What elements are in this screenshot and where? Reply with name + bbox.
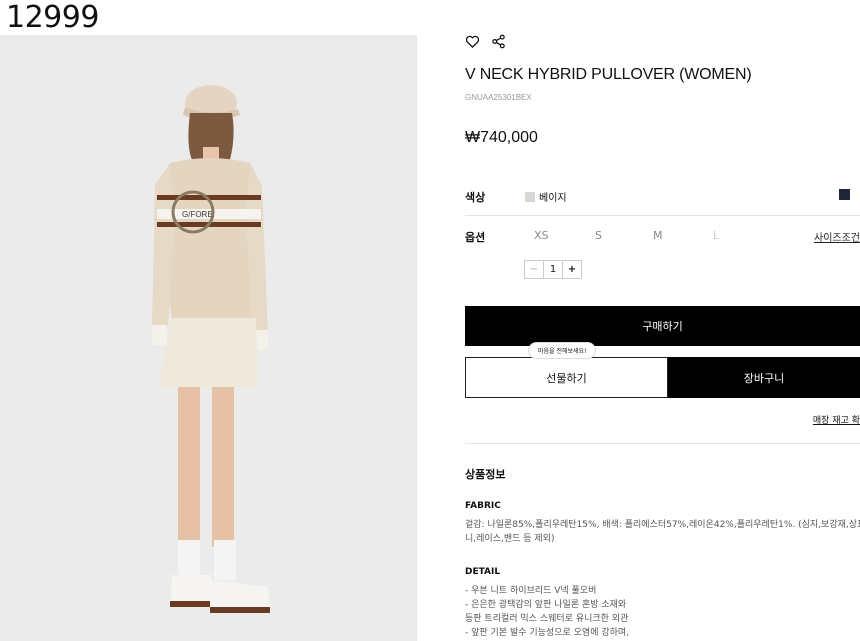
size-m[interactable]: M bbox=[653, 229, 663, 242]
svg-text:G/FORE: G/FORE bbox=[182, 210, 213, 219]
image-id-label: 12999 bbox=[6, 0, 99, 35]
product-photo[interactable]: G/FORE bbox=[0, 35, 417, 641]
product-info-panel: V NECK HYBRID PULLOVER (WOMEN) GNUAA2530… bbox=[465, 0, 860, 641]
option-label: 옵션 bbox=[465, 231, 486, 244]
divider bbox=[465, 443, 860, 444]
detail-line: 등판 트리컬러 믹스 스웨터로 유니크한 외관 bbox=[465, 614, 629, 624]
size-l-disabled: L bbox=[713, 229, 720, 242]
model-illustration: G/FORE bbox=[0, 35, 417, 641]
gift-button[interactable]: 선물하기 bbox=[465, 357, 668, 398]
quantity-value: 1 bbox=[549, 264, 557, 275]
beige-swatch bbox=[525, 191, 535, 202]
cart-button[interactable]: 장바구니 bbox=[668, 357, 860, 398]
detail-line: - 우븐 니트 하이브리드 V넥 풀오버 bbox=[465, 586, 597, 596]
quantity-minus-button[interactable]: − bbox=[525, 261, 544, 278]
buy-button[interactable]: 구매하기 bbox=[465, 306, 860, 346]
fabric-line: 니,레이스,밴드 등 제외) bbox=[465, 534, 555, 544]
divider bbox=[465, 215, 860, 216]
share-icon[interactable] bbox=[491, 34, 507, 50]
size-xs[interactable]: XS bbox=[534, 229, 549, 242]
detail-heading: DETAIL bbox=[465, 567, 501, 577]
store-stock-link[interactable]: 매장 재고 확 bbox=[813, 413, 860, 426]
color-option-beige[interactable]: 베이지 bbox=[525, 189, 567, 204]
size-s[interactable]: S bbox=[595, 229, 602, 242]
fabric-line: 겉감: 나일론85%,폴리우레탄15%, 배색: 폴리에스터57%,레이온42%… bbox=[465, 520, 860, 530]
quantity-plus-button[interactable]: + bbox=[562, 261, 581, 278]
size-guide-link[interactable]: 사이즈조건 bbox=[814, 229, 860, 244]
gift-tooltip: 마음을 전해보세요! bbox=[528, 342, 597, 359]
heart-icon[interactable] bbox=[465, 34, 481, 50]
detail-line: - 은은한 광택감의 앞판 나일론 혼방 소재와 bbox=[465, 600, 627, 610]
product-info-heading: 상품정보 bbox=[465, 468, 506, 481]
detail-line: - 앞판 기본 발수 기능성으로 오염에 강하며, bbox=[465, 628, 630, 638]
color-label: 색상 bbox=[465, 191, 486, 204]
action-icons bbox=[465, 34, 507, 50]
quantity-stepper: − 1 + bbox=[524, 260, 582, 279]
navy-swatch[interactable] bbox=[839, 189, 850, 200]
color-name: 베이지 bbox=[539, 193, 567, 204]
product-price: ₩740,000 bbox=[465, 129, 538, 146]
fabric-heading: FABRIC bbox=[465, 501, 501, 511]
product-sku: GNUAA25301BEX bbox=[465, 93, 532, 102]
product-title: V NECK HYBRID PULLOVER (WOMEN) bbox=[465, 66, 752, 83]
